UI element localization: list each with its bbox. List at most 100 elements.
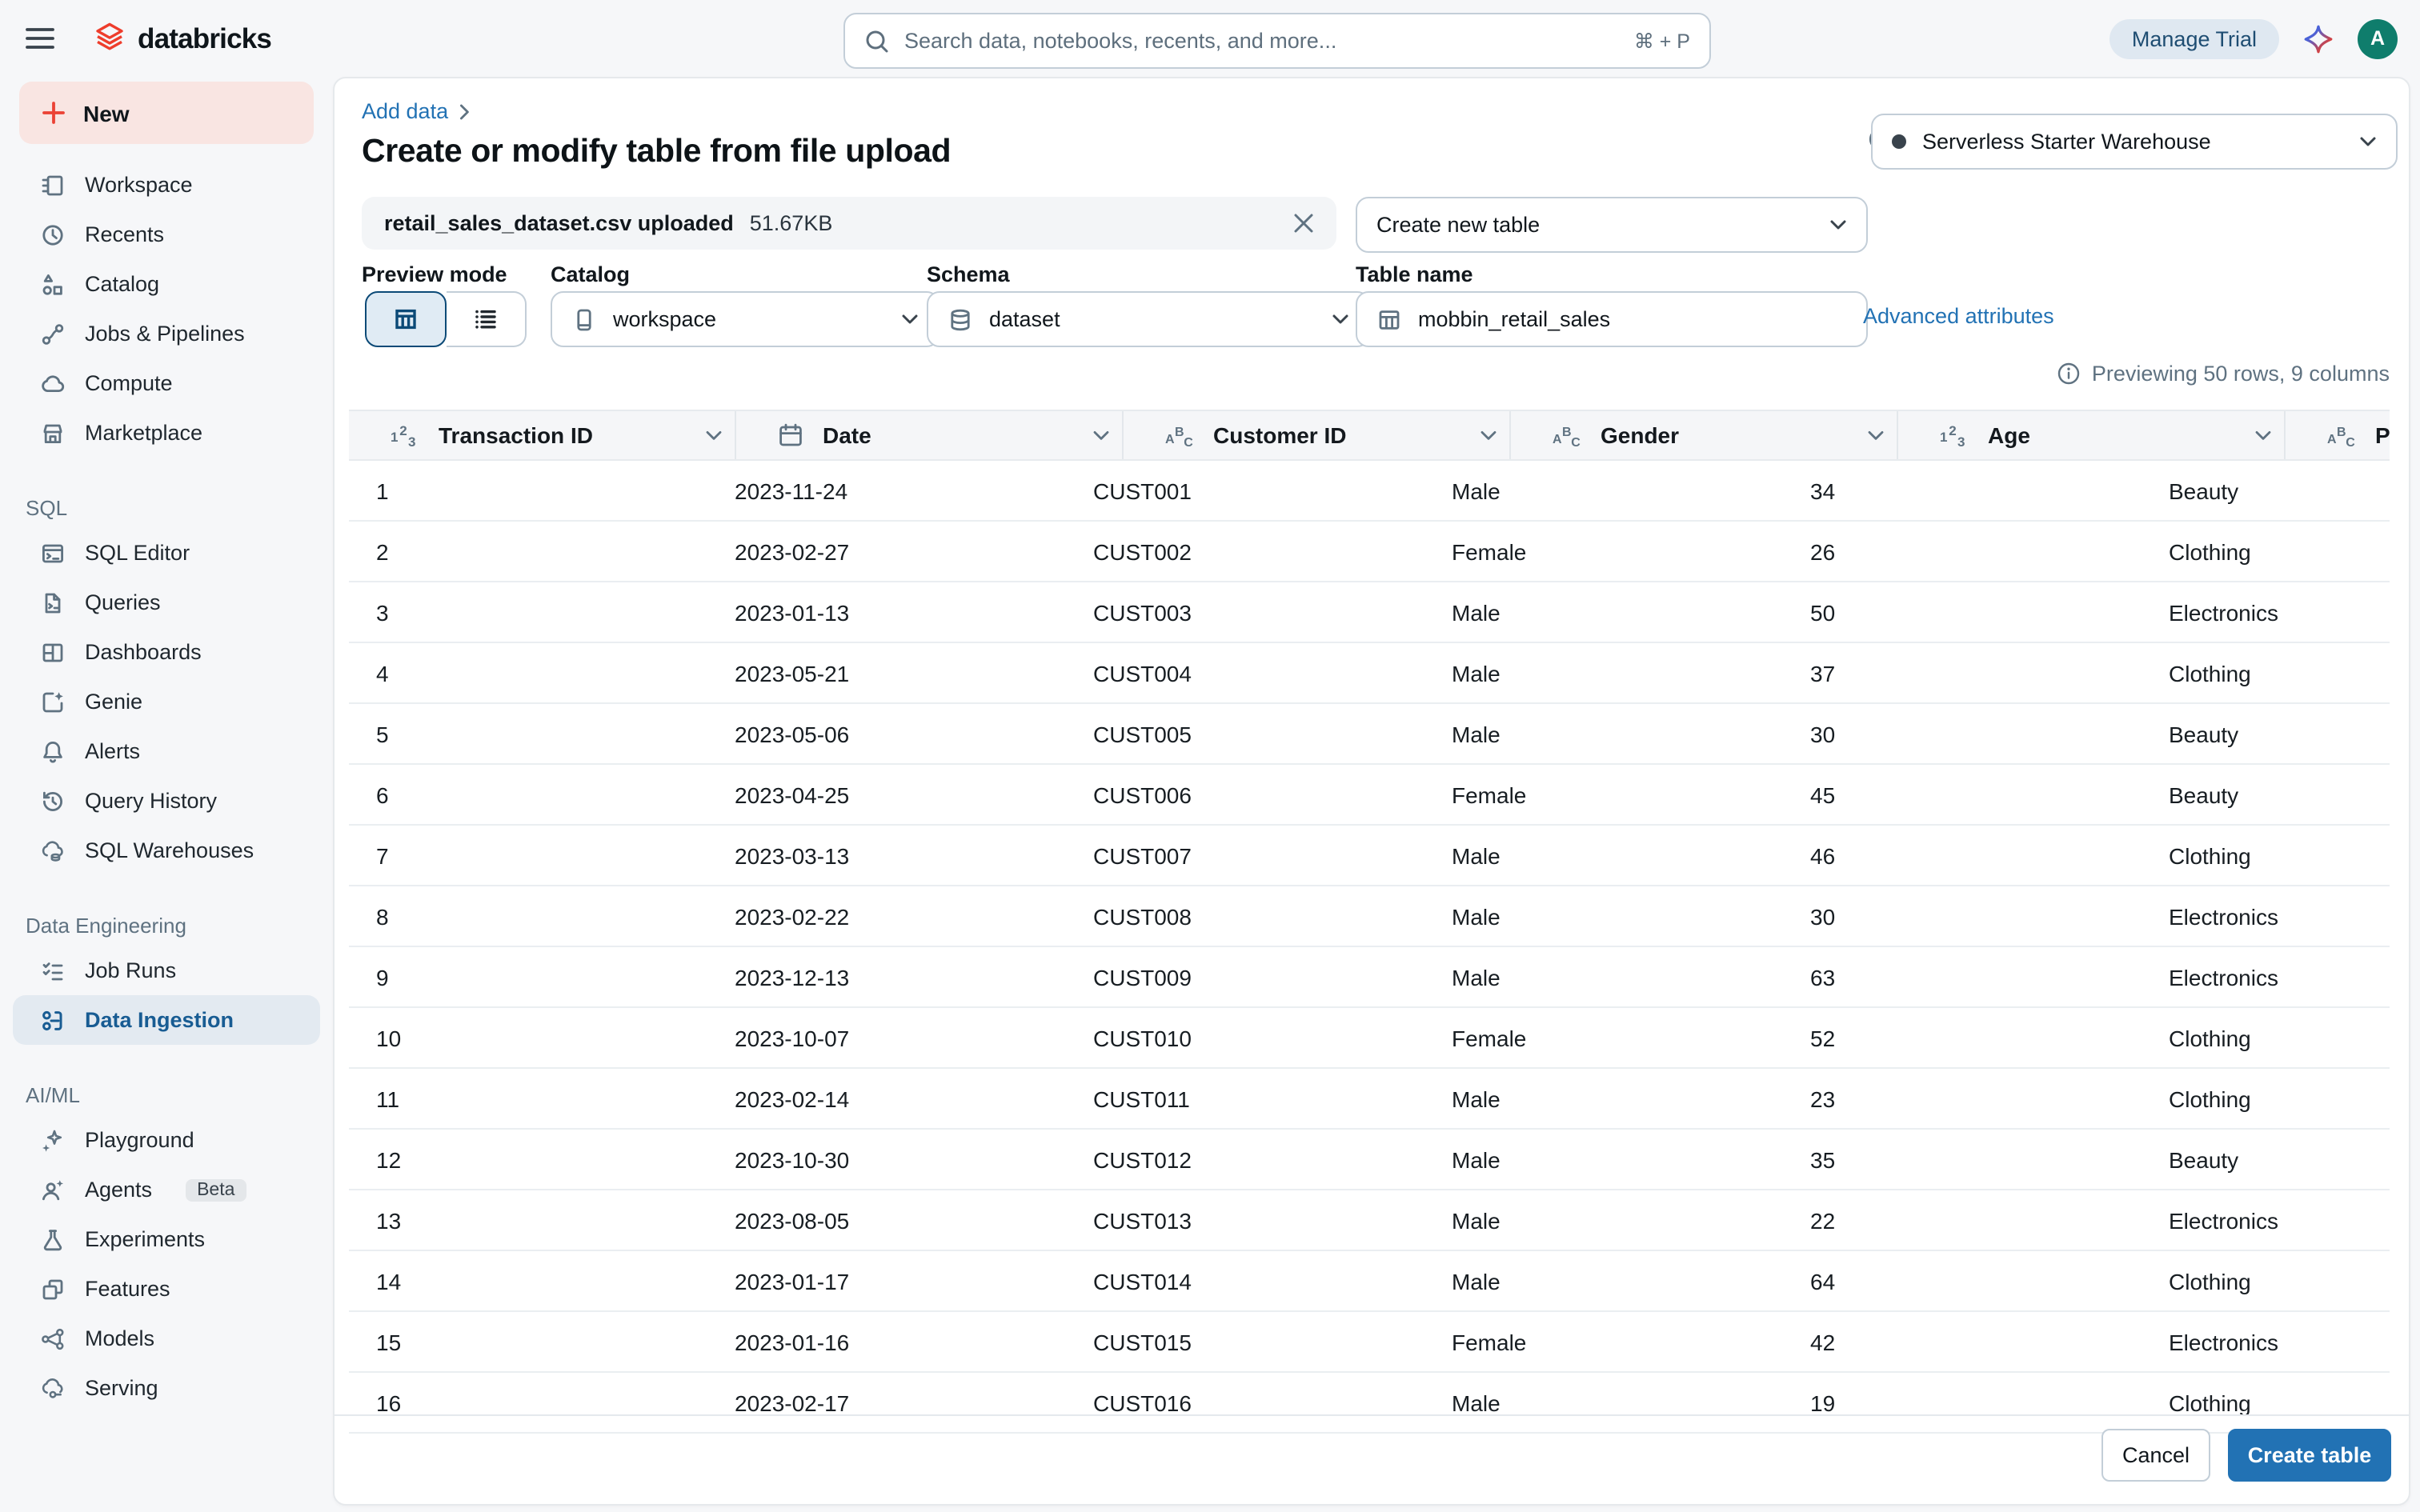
- column-header-date[interactable]: Date: [735, 411, 1122, 459]
- table-row[interactable]: 12023-11-24CUST001Male34Beauty3: [349, 461, 2390, 522]
- sidebar-item-agents[interactable]: Agents Beta: [13, 1165, 320, 1214]
- genie-icon: [40, 689, 66, 714]
- column-menu-chevron-icon[interactable]: [706, 430, 722, 441]
- table-row[interactable]: 92023-12-13CUST009Male63Electronics2: [349, 947, 2390, 1008]
- column-header-customer-id[interactable]: ABC Customer ID: [1122, 411, 1509, 459]
- sidebar-item-sql-warehouses[interactable]: SQL Warehouses: [13, 826, 320, 875]
- sidebar-item-sql-editor[interactable]: SQL Editor: [13, 528, 320, 578]
- preview-mode-list-button[interactable]: [447, 291, 527, 347]
- column-header-product-category[interactable]: ABC Product Category: [2284, 411, 2390, 459]
- table-row[interactable]: 122023-10-30CUST012Male35Beauty3: [349, 1130, 2390, 1190]
- table-row[interactable]: 82023-02-22CUST008Male30Electronics4: [349, 886, 2390, 947]
- sidebar-item-marketplace[interactable]: Marketplace: [13, 408, 320, 458]
- sidebar-item-queries[interactable]: Queries: [13, 578, 320, 627]
- table-cell: 35: [1783, 1130, 2142, 1189]
- create-table-button[interactable]: Create table: [2228, 1429, 2391, 1482]
- table-row[interactable]: 52023-05-06CUST005Male30Beauty2: [349, 704, 2390, 765]
- table-cell: 2023-03-13: [707, 826, 1066, 885]
- table-cell: 46: [1783, 826, 2142, 885]
- table-cell: CUST012: [1066, 1130, 1424, 1189]
- number-type-icon: 123: [1940, 423, 1969, 447]
- hamburger-menu-icon[interactable]: [26, 27, 54, 50]
- column-header-age[interactable]: 123 Age: [1897, 411, 2284, 459]
- column-menu-chevron-icon[interactable]: [2255, 430, 2271, 441]
- databricks-logo[interactable]: databricks: [93, 21, 271, 56]
- sidebar-item-playground[interactable]: Playground: [13, 1115, 320, 1165]
- user-avatar[interactable]: A: [2358, 18, 2398, 58]
- sidebar-item-jobs-pipelines[interactable]: Jobs & Pipelines: [13, 309, 320, 358]
- table-row[interactable]: 102023-10-07CUST010Female52Clothing4: [349, 1008, 2390, 1069]
- svg-text:C: C: [1571, 435, 1581, 447]
- table-mode-select[interactable]: Create new table: [1356, 197, 1868, 253]
- storefront-icon: [40, 420, 66, 446]
- sidebar-item-data-ingestion[interactable]: Data Ingestion: [13, 995, 320, 1045]
- table-row[interactable]: 42023-05-21CUST004Male37Clothing1: [349, 643, 2390, 704]
- table-name-input[interactable]: mobbin_retail_sales: [1356, 291, 1868, 347]
- sidebar-item-workspace[interactable]: Workspace: [13, 160, 320, 210]
- sidebar-item-recents[interactable]: Recents: [13, 210, 320, 259]
- preview-mode-table-button[interactable]: [365, 291, 447, 347]
- sidebar-section-main: Workspace Recents Catalog Jobs & Pipelin…: [0, 160, 333, 458]
- sidebar-item-genie[interactable]: Genie: [13, 677, 320, 726]
- table-cell: 63: [1783, 947, 2142, 1006]
- new-button[interactable]: New: [19, 82, 314, 144]
- sidebar-item-serving[interactable]: Serving: [13, 1363, 320, 1413]
- table-row[interactable]: 112023-02-14CUST011Male23Clothing2: [349, 1069, 2390, 1130]
- column-menu-chevron-icon[interactable]: [1480, 430, 1496, 441]
- manage-trial-button[interactable]: Manage Trial: [2109, 18, 2279, 58]
- breadcrumb-add-data[interactable]: Add data: [362, 99, 448, 123]
- table-row[interactable]: 62023-04-25CUST006Female45Beauty1: [349, 765, 2390, 826]
- svg-text:A: A: [1165, 432, 1175, 446]
- search-placeholder: Search data, notebooks, recents, and mor…: [904, 29, 1620, 53]
- advanced-attributes-link[interactable]: Advanced attributes: [1863, 304, 2054, 328]
- sidebar-item-features[interactable]: Features: [13, 1264, 320, 1314]
- preview-info-text: Previewing 50 rows, 9 columns: [2092, 362, 2390, 386]
- cancel-button[interactable]: Cancel: [2101, 1429, 2210, 1482]
- table-row[interactable]: 142023-01-17CUST014Male64Clothing4: [349, 1251, 2390, 1312]
- table-cell: Clothing: [2142, 643, 2390, 702]
- table-cell: Electronics: [2142, 1312, 2390, 1371]
- table-cell: 1: [349, 461, 707, 520]
- table-cell: Beauty: [2142, 461, 2390, 520]
- svg-text:B: B: [1175, 425, 1184, 438]
- column-menu-chevron-icon[interactable]: [1093, 430, 1109, 441]
- catalog-small-icon: [571, 306, 597, 332]
- sidebar-item-dashboards[interactable]: Dashboards: [13, 627, 320, 677]
- warehouse-selector[interactable]: Serverless Starter Warehouse: [1871, 114, 2398, 170]
- breadcrumb[interactable]: Add data: [362, 99, 471, 123]
- sidebar-item-job-runs[interactable]: Job Runs: [13, 946, 320, 995]
- table-row[interactable]: 22023-02-27CUST002Female26Clothing2: [349, 522, 2390, 582]
- table-cell: Electronics: [2142, 1190, 2390, 1250]
- table-cell: 34: [1783, 461, 2142, 520]
- table-cell: 6: [349, 765, 707, 824]
- global-search-input[interactable]: Search data, notebooks, recents, and mor…: [843, 13, 1711, 69]
- column-menu-chevron-icon[interactable]: [1868, 430, 1884, 441]
- assistant-sparkle-icon[interactable]: [2303, 23, 2334, 54]
- serving-cloud-icon: [40, 1375, 66, 1401]
- svg-text:3: 3: [1957, 434, 1965, 447]
- table-row[interactable]: 152023-01-16CUST015Female42Electronics4: [349, 1312, 2390, 1373]
- column-header-gender[interactable]: ABC Gender: [1509, 411, 1897, 459]
- column-header-transaction-id[interactable]: 123 Transaction ID: [349, 411, 735, 459]
- sidebar-item-alerts[interactable]: Alerts: [13, 726, 320, 776]
- table-row[interactable]: 162023-02-17CUST016Male19Clothing3: [349, 1373, 2390, 1434]
- table-cell: 2023-11-24: [707, 461, 1066, 520]
- table-row[interactable]: 72023-03-13CUST007Male46Clothing2: [349, 826, 2390, 886]
- schema-select[interactable]: dataset: [927, 291, 1370, 347]
- breadcrumb-chevron-icon: [459, 103, 471, 119]
- catalog-select[interactable]: workspace: [551, 291, 940, 347]
- table-cell: 4: [349, 643, 707, 702]
- sidebar-item-models[interactable]: Models: [13, 1314, 320, 1363]
- remove-file-icon[interactable]: [1293, 213, 1314, 234]
- table-cell: 42: [1783, 1312, 2142, 1371]
- table-row[interactable]: 32023-01-13CUST003Male50Electronics1: [349, 582, 2390, 643]
- table-row[interactable]: 132023-08-05CUST013Male22Electronics3: [349, 1190, 2390, 1251]
- page-title: Create or modify table from file upload: [362, 133, 951, 171]
- table-cell: Male: [1424, 643, 1783, 702]
- sidebar-item-experiments[interactable]: Experiments: [13, 1214, 320, 1264]
- sidebar-item-query-history[interactable]: Query History: [13, 776, 320, 826]
- sidebar-item-catalog[interactable]: Catalog: [13, 259, 320, 309]
- sidebar-item-compute[interactable]: Compute: [13, 358, 320, 408]
- table-cell: 30: [1783, 704, 2142, 763]
- table-cell: Male: [1424, 826, 1783, 885]
